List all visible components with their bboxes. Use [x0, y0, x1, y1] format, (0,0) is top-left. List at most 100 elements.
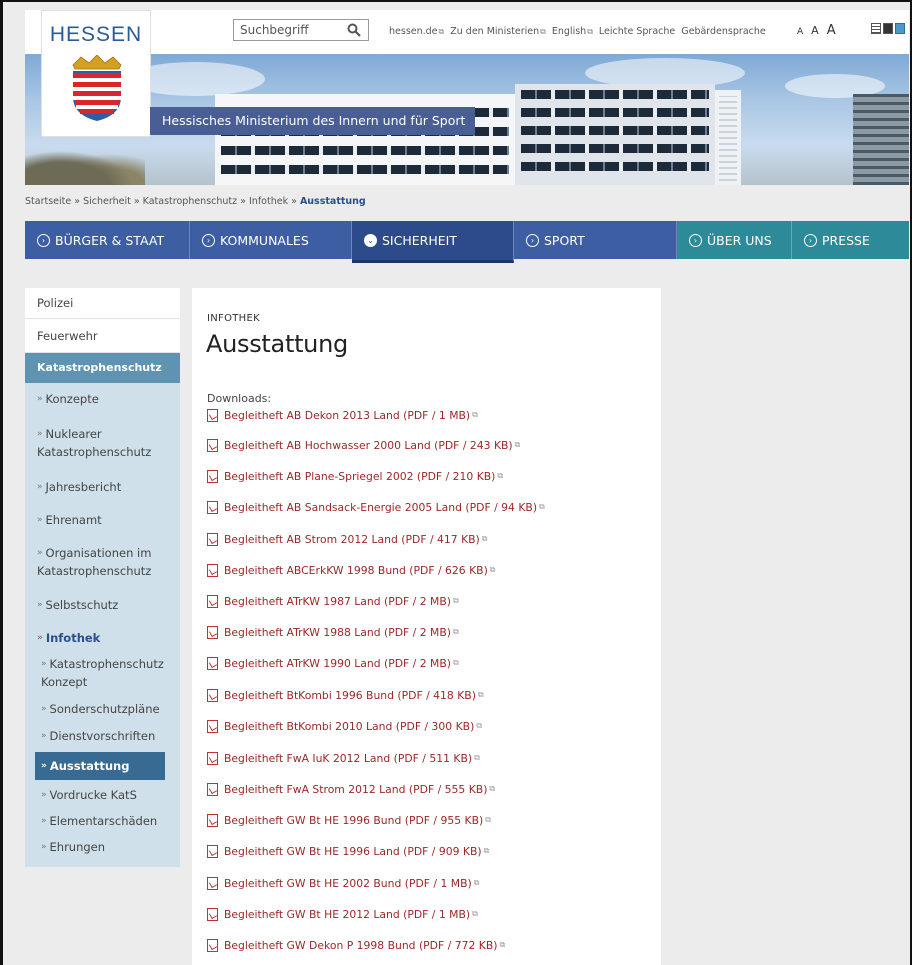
download-link[interactable]: Begleitheft FwA Strom 2012 Land (PDF / 5… — [207, 781, 495, 797]
sidebar-item-nuklearer-katastrophenschutz[interactable]: » Nuklearer Katastrophenschutz — [25, 425, 180, 461]
sidebar-item-elementarschaeden[interactable]: » Elementarschäden — [25, 814, 180, 828]
sidebar-item-ausstattung[interactable]: » Ausstattung — [35, 752, 165, 780]
external-link-icon: ⧉ — [474, 753, 480, 762]
download-label: Begleitheft AB Plane-Spriegel 2002 (PDF … — [224, 469, 496, 483]
main-content: INFOTHEK Ausstattung Downloads: Begleith… — [192, 288, 661, 965]
sidebar-item-feuerwehr[interactable]: Feuerwehr — [25, 319, 180, 353]
download-link[interactable]: Begleitheft AB Hochwasser 2000 Land (PDF… — [207, 437, 520, 453]
download-label: Begleitheft ATrKW 1988 Land (PDF / 2 MB) — [224, 625, 451, 639]
search-button[interactable] — [343, 21, 365, 39]
nav-buerger-staat[interactable]: › BÜRGER & STAAT — [25, 221, 190, 259]
download-label: Begleitheft AB Hochwasser 2000 Land (PDF… — [224, 438, 513, 452]
pdf-icon — [207, 751, 218, 765]
building-image — [515, 84, 715, 185]
download-link[interactable]: Begleitheft BtKombi 2010 Land (PDF / 300… — [207, 718, 482, 734]
link-label: English — [551, 26, 587, 37]
download-link[interactable]: Begleitheft AB Plane-Spriegel 2002 (PDF … — [207, 468, 503, 484]
sidebar-item-katastrophenschutz[interactable]: Katastrophenschutz — [25, 353, 180, 383]
building-tower — [715, 90, 741, 185]
chevron-right-icon: » — [41, 816, 47, 826]
download-link[interactable]: Begleitheft AB Dekon 2013 Land (PDF / 1 … — [207, 407, 478, 423]
sidebar-item-polizei[interactable]: Polizei — [25, 288, 180, 319]
page-title: Ausstattung — [206, 330, 348, 358]
layout-compact-icon[interactable] — [883, 23, 893, 34]
sidebar-item-label: Elementarschäden — [49, 814, 158, 828]
download-link[interactable]: Begleitheft AB Sandsack-Energie 2005 Lan… — [207, 499, 545, 515]
chevron-right-icon: » — [41, 731, 47, 741]
logo-text: HESSEN — [49, 23, 143, 46]
breadcrumb-separator: » — [237, 196, 249, 207]
sidebar-item-label: Vordrucke KatS — [49, 788, 137, 802]
font-size-controls: A A A — [797, 23, 836, 38]
hessen-crest-icon — [72, 55, 122, 121]
breadcrumb-sicherheit[interactable]: Sicherheit — [83, 196, 131, 207]
pdf-icon — [207, 625, 218, 639]
circle-chevron-icon: › — [689, 233, 702, 247]
breadcrumb-current: Ausstattung — [299, 196, 366, 207]
download-link[interactable]: Begleitheft BtKombi 1996 Bund (PDF / 418… — [207, 687, 484, 703]
download-link[interactable]: Begleitheft ATrKW 1987 Land (PDF / 2 MB)… — [207, 593, 459, 609]
external-link-icon: ⧉ — [499, 940, 506, 949]
sidebar-item-dienstvorschriften[interactable]: » Dienstvorschriften — [25, 729, 180, 743]
sidebar-item-selbstschutz[interactable]: » Selbstschutz — [25, 598, 180, 612]
download-label: Begleitheft ABCErkKW 1998 Bund (PDF / 62… — [224, 563, 488, 577]
nav-presse[interactable]: › PRESSE — [792, 221, 909, 259]
download-link[interactable]: Begleitheft FwA IuK 2012 Land (PDF / 511… — [207, 750, 480, 766]
sidebar-item-katastrophenschutz-konzept[interactable]: » Katastrophenschutz Konzept — [25, 655, 180, 691]
download-label: Begleitheft BtKombi 1996 Bund (PDF / 418… — [224, 688, 476, 702]
font-size-large-button[interactable]: A — [827, 23, 836, 38]
sidebar-item-ehrungen[interactable]: » Ehrungen — [25, 840, 180, 854]
link-gebaerdensprache[interactable]: Gebärdensprache — [681, 26, 766, 37]
pdf-icon — [207, 813, 218, 827]
chevron-right-icon: » — [41, 659, 47, 669]
nav-sicherheit[interactable]: ⌄ SICHERHEIT — [352, 221, 514, 263]
distant-tower — [853, 94, 909, 185]
ministry-name[interactable]: Hessisches Ministerium des Innern und fü… — [150, 107, 476, 135]
download-link[interactable]: Begleitheft GW Bt HE 2012 Land (PDF / 1 … — [207, 906, 478, 922]
sidebar-item-vordrucke-kats[interactable]: » Vordrucke KatS — [25, 788, 180, 802]
sidebar-item-label: Organisationen im Katastrophenschutz — [37, 546, 152, 578]
sidebar-item-ehrenamt[interactable]: » Ehrenamt — [25, 513, 180, 527]
sidebar-item-infothek[interactable]: » Infothek — [25, 631, 180, 645]
pdf-icon — [207, 469, 218, 483]
download-link[interactable]: Begleitheft AB Strom 2012 Land (PDF / 41… — [207, 531, 488, 547]
download-label: Begleitheft GW Bt HE 2012 Land (PDF / 1 … — [224, 907, 471, 921]
download-label: Begleitheft AB Strom 2012 Land (PDF / 41… — [224, 532, 480, 546]
breadcrumb-startseite[interactable]: Startseite — [25, 196, 71, 207]
font-size-medium-button[interactable]: A — [811, 24, 819, 37]
download-link[interactable]: Begleitheft GW Bt HE 1996 Land (PDF / 90… — [207, 843, 489, 859]
download-link[interactable]: Begleitheft ATrKW 1990 Land (PDF / 2 MB)… — [207, 655, 459, 671]
nav-kommunales[interactable]: › KOMMUNALES — [190, 221, 352, 259]
external-link-icon: ⧉ — [473, 878, 480, 887]
sidebar-item-label: Polizei — [37, 296, 74, 310]
section-kicker: INFOTHEK — [207, 313, 260, 324]
font-size-small-button[interactable]: A — [797, 27, 803, 37]
nav-sport[interactable]: › SPORT — [514, 221, 677, 259]
download-link[interactable]: Begleitheft ABCErkKW 1998 Bund (PDF / 62… — [207, 562, 496, 578]
sidebar-item-organisationen[interactable]: » Organisationen im Katastrophenschutz — [25, 544, 180, 580]
layout-wide-icon[interactable] — [895, 23, 905, 34]
download-label: Begleitheft GW Bt HE 1996 Land (PDF / 90… — [224, 844, 482, 858]
download-link[interactable]: Begleitheft ATrKW 1988 Land (PDF / 2 MB)… — [207, 624, 459, 640]
external-link-icon: ⧉ — [539, 502, 545, 511]
download-link[interactable]: Begleitheft GW Bt HE 2002 Bund (PDF / 1 … — [207, 875, 479, 891]
download-label: Begleitheft BtKombi 2010 Land (PDF / 300… — [224, 719, 475, 733]
link-hessen-de[interactable]: hessen.de⧉ — [389, 26, 444, 37]
link-leichte-sprache[interactable]: Leichte Sprache — [599, 26, 675, 37]
breadcrumb-separator: » — [71, 196, 84, 207]
nav-ueber-uns[interactable]: › ÜBER UNS — [677, 221, 792, 259]
download-link[interactable]: Begleitheft GW Bt HE 1996 Bund (PDF / 95… — [207, 812, 491, 828]
link-ministerien[interactable]: Zu den Ministerien⧉ — [450, 26, 546, 37]
breadcrumb-katastrophenschutz[interactable]: Katastrophenschutz — [143, 196, 237, 207]
download-link[interactable]: Begleitheft GW Dekon P 1998 Bund (PDF / … — [207, 937, 505, 953]
sidebar-item-sonderschutzplaene[interactable]: » Sonderschutzpläne — [25, 702, 180, 716]
link-english[interactable]: English⧉ — [552, 26, 593, 37]
sidebar-item-jahresbericht[interactable]: » Jahresbericht — [25, 480, 180, 494]
nav-label: PRESSE — [822, 232, 870, 248]
sidebar-item-konzepte[interactable]: » Konzepte — [25, 392, 180, 406]
download-label: Begleitheft GW Bt HE 2002 Bund (PDF / 1 … — [224, 876, 472, 890]
hessen-logo[interactable]: HESSEN — [41, 10, 151, 137]
breadcrumb-infothek[interactable]: Infothek — [249, 196, 288, 207]
layout-list-icon[interactable] — [871, 23, 881, 34]
download-label: Begleitheft FwA IuK 2012 Land (PDF / 511… — [224, 751, 473, 765]
